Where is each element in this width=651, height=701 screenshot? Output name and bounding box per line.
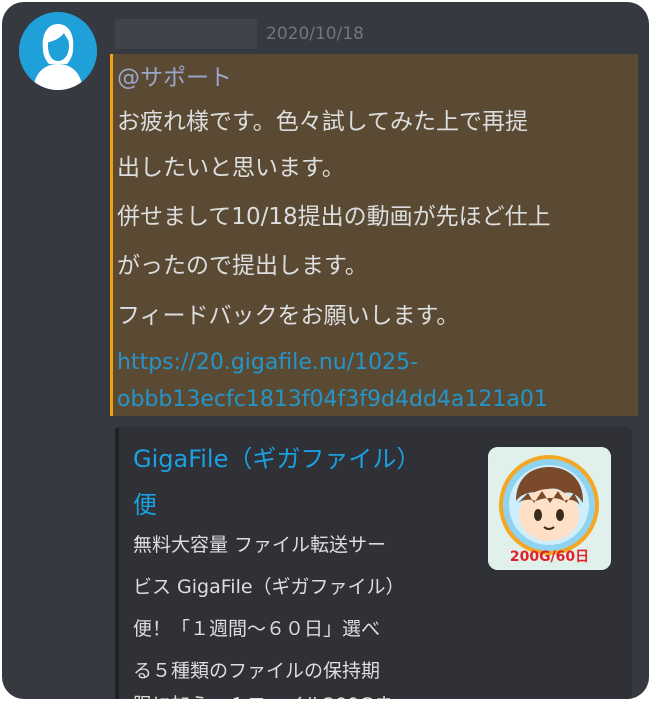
message-text-line: 併せまして10/18提出の動画が先ほど仕上: [117, 204, 551, 230]
person-icon: [19, 12, 97, 90]
embed-description-line: る５種類のファイルの保持期: [133, 660, 381, 682]
embed-title-continued[interactable]: 便: [133, 485, 157, 520]
link-embed: GigaFile（ギガファイル） 便 無料大容量 ファイル転送サー ビス Gig…: [115, 427, 632, 699]
embed-description-line: 便！「１週間～６０日」選べ: [133, 618, 381, 640]
user-avatar[interactable]: [19, 12, 97, 90]
message-text-line: がったので提出します。: [117, 253, 368, 279]
message-text-line: 出したいと思います。: [117, 155, 345, 181]
embed-thumbnail[interactable]: 200G/60日: [488, 447, 611, 570]
gigafile-link-continued[interactable]: obbb13ecfc1813f04f3f9d4dd4a121a01: [117, 387, 548, 412]
embed-description-line: 無料大容量 ファイル転送サー: [133, 534, 387, 556]
embed-title[interactable]: GigaFile（ギガファイル）: [133, 439, 420, 474]
message-text-line: お疲れ様です。色々試してみた上で再提: [117, 109, 529, 135]
username-redacted[interactable]: [115, 19, 257, 49]
message-text-line: フィードバックをお願いします。: [117, 303, 460, 329]
embed-accent-bar: [115, 427, 119, 699]
embed-description-line: 限に加え、１ファイル200Gま: [133, 690, 393, 699]
chat-window: 2020/10/18 @サポート お疲れ様です。色々試してみた上で再提 出したい…: [2, 2, 649, 699]
thumbnail-badge: 200G/60日: [509, 549, 590, 565]
user-mention[interactable]: @サポート: [117, 58, 232, 92]
gigafile-link[interactable]: https://20.gigafile.nu/1025-: [117, 350, 418, 375]
message-timestamp: 2020/10/18: [266, 24, 364, 44]
message-body: @サポート お疲れ様です。色々試してみた上で再提 出したいと思います。 併せまし…: [110, 54, 638, 416]
embed-description-line: ビス GigaFile（ギガファイル）: [133, 576, 405, 598]
